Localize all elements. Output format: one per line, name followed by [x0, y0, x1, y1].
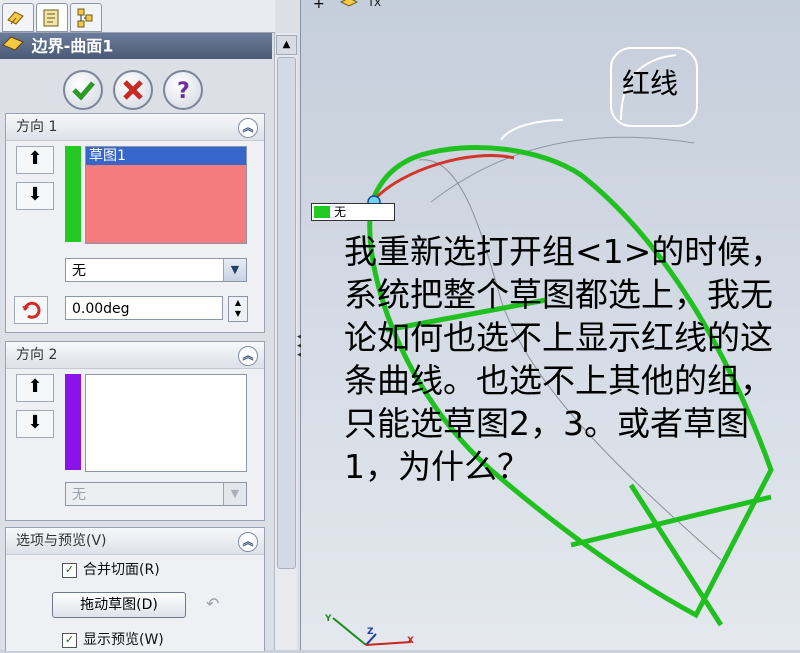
angle-spinner[interactable]: ▲ ▼	[228, 296, 248, 322]
move-down-button[interactable]: ⬇	[16, 182, 54, 210]
direction1-color-bar	[65, 146, 81, 242]
scroll-up-button[interactable]: ▲	[276, 35, 297, 55]
selection-callout[interactable]: 无	[311, 203, 395, 221]
move-up-button[interactable]: ⬆	[16, 146, 54, 174]
chevron-down-icon: ▼	[223, 483, 246, 505]
arrow-up-icon: ⬆	[27, 376, 43, 397]
checkbox-checked-icon[interactable]: ✓	[62, 562, 77, 578]
drag-sketch-label: 拖动草图(D)	[80, 597, 158, 613]
checkmark-icon	[72, 81, 95, 101]
panel-scrollbar[interactable]: ▲	[274, 33, 297, 650]
tab-configuration-manager[interactable]	[70, 3, 102, 32]
rotate-icon	[22, 301, 41, 319]
direction2-group: 方向 2 ︽ ⬆ ⬇ 无 ▼	[5, 341, 265, 521]
property-manager-panel: 边界-曲面1 ? 方向 1 ︽ ⬆ ⬇ 草图1 无 ▼ 0.00deg ▲▼	[0, 0, 301, 651]
ok-button[interactable]	[63, 70, 103, 110]
feature-title: 边界-曲面1	[31, 36, 114, 56]
close-icon	[123, 80, 143, 100]
checkbox-checked-icon[interactable]: ✓	[62, 632, 77, 648]
angle-input[interactable]: 0.00deg	[65, 296, 223, 320]
direction2-label: 方向 2	[16, 347, 58, 363]
options-header[interactable]: 选项与预览(V) ︽	[6, 528, 264, 555]
help-icon: ?	[177, 79, 190, 103]
direction1-selection-list[interactable]: 草图1	[85, 146, 247, 244]
move-up-button[interactable]: ⬆	[16, 374, 54, 402]
merge-tangent-label: 合并切面(R)	[83, 562, 160, 578]
undo-icon[interactable]: ↶	[206, 594, 219, 613]
tangent-type-select-disabled: 无 ▼	[65, 482, 247, 506]
property-manager-icon	[43, 9, 59, 27]
triad-y-label: Y	[325, 614, 332, 624]
cancel-button[interactable]	[113, 70, 153, 110]
tab-property-manager[interactable]	[36, 3, 68, 32]
show-preview-label: 显示预览(W)	[83, 632, 164, 648]
feature-title-bar: 边界-曲面1	[0, 33, 272, 59]
direction2-header[interactable]: 方向 2 ︽	[6, 342, 264, 369]
show-preview-option[interactable]: ✓ 显示预览(W)	[62, 629, 164, 649]
selection-item[interactable]: 草图1	[86, 147, 246, 165]
merge-tangent-option[interactable]: ✓ 合并切面(R)	[62, 559, 160, 579]
arrow-up-icon: ⬆	[27, 148, 43, 169]
direction1-label: 方向 1	[16, 119, 58, 135]
direction1-group: 方向 1 ︽ ⬆ ⬇ 草图1 无 ▼ 0.00deg ▲ ▼	[5, 113, 265, 333]
arrow-down-icon: ⬇	[27, 412, 43, 433]
view-triad: Y Z X	[321, 612, 414, 650]
direction2-selection-list[interactable]	[85, 374, 247, 472]
feature-tree-icon	[7, 11, 24, 25]
red-line-annotation: 红线	[622, 67, 679, 100]
move-down-button[interactable]: ⬇	[16, 410, 54, 438]
reverse-direction-button[interactable]	[14, 296, 48, 324]
question-annotation: 我重新选打开组<1>的时候，系统把整个草图都选上，我无论如何也选不上显示红线的这…	[344, 232, 784, 486]
collapse-icon[interactable]: ︽	[238, 118, 258, 138]
tangent-type-value: 无	[72, 487, 86, 503]
manager-tabs	[0, 0, 275, 33]
collapse-icon[interactable]: ︽	[238, 346, 258, 366]
tangent-type-value: 无	[72, 263, 86, 279]
arrow-down-icon: ⬇	[27, 184, 43, 205]
help-button[interactable]: ?	[163, 70, 203, 110]
triad-z-label: Z	[367, 627, 374, 637]
tab-feature-tree[interactable]	[2, 3, 34, 32]
angle-value: 0.00deg	[72, 301, 130, 317]
configuration-icon	[77, 8, 93, 28]
options-group: 选项与预览(V) ︽ ✓ 合并切面(R) 拖动草图(D) ↶ ✓ 显示预览(W)	[5, 527, 265, 651]
scroll-thumb[interactable]	[277, 57, 296, 569]
tangent-type-select[interactable]: 无 ▼	[65, 258, 247, 282]
collapse-icon[interactable]: ︽	[238, 532, 258, 552]
boundary-surface-icon	[0, 33, 26, 61]
chevron-down-icon[interactable]: ▼	[223, 259, 246, 281]
svg-text:?: ?	[177, 79, 190, 103]
drag-sketch-button[interactable]: 拖动草图(D)	[52, 592, 186, 618]
triad-x-label: X	[407, 636, 414, 646]
options-label: 选项与预览(V)	[16, 533, 107, 549]
direction2-color-bar	[65, 374, 81, 470]
callout-color-swatch	[314, 206, 330, 218]
callout-label: 无	[334, 205, 347, 219]
direction1-header[interactable]: 方向 1 ︽	[6, 114, 264, 141]
